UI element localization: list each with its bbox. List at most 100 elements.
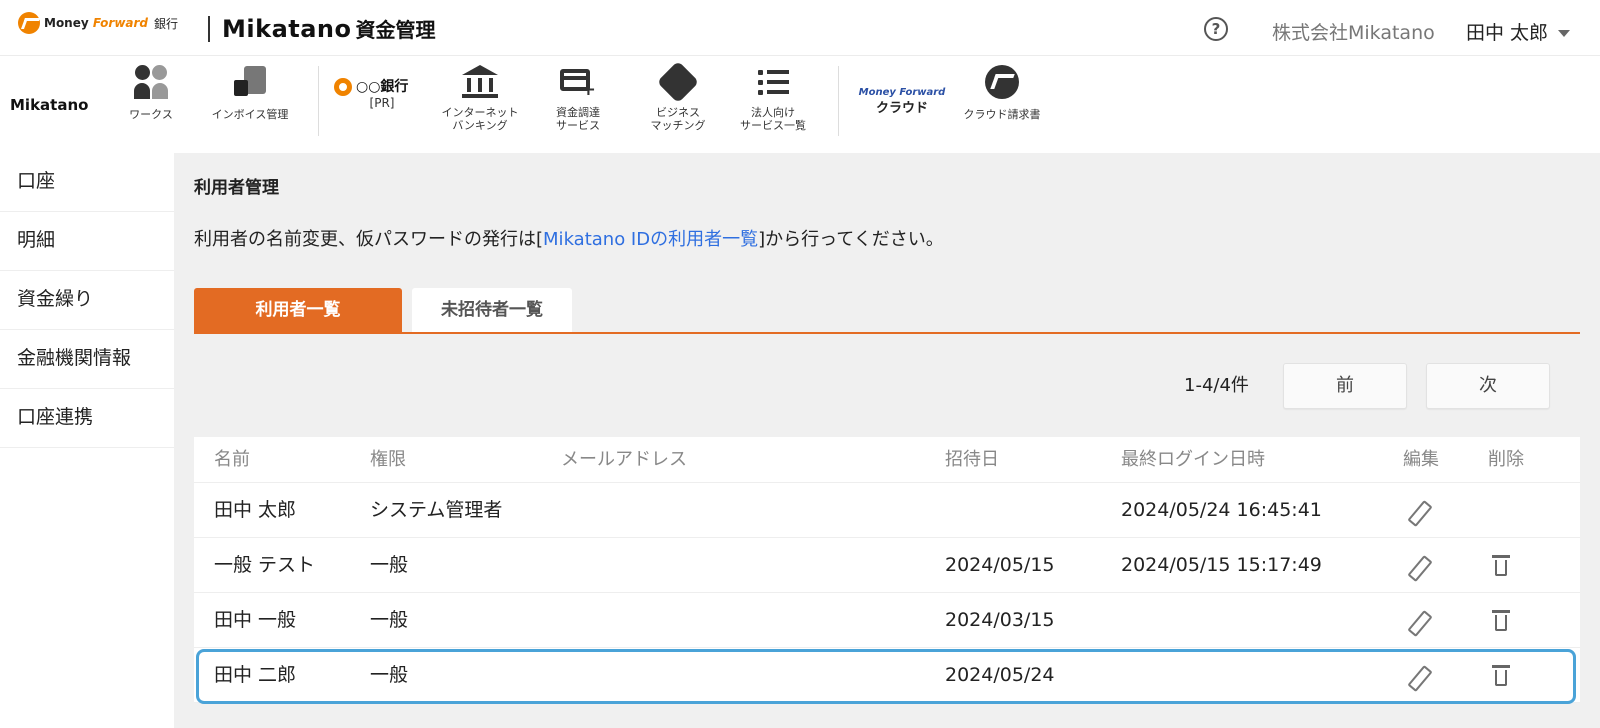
- service-works[interactable]: ワークス: [120, 64, 182, 121]
- tab-bar: 利用者一覧 未招待者一覧: [194, 288, 1580, 334]
- notice-suffix: ]から行ってください。: [758, 229, 944, 250]
- mf-bank-text: 銀行: [154, 16, 179, 31]
- delete-trash-icon[interactable]: [1488, 593, 1514, 648]
- delete-trash-icon[interactable]: [1488, 538, 1514, 593]
- company-name: 株式会社Mikatano: [1272, 22, 1435, 44]
- divider: [318, 66, 319, 136]
- cell-last-login: 2024/05/24 16:45:41: [1121, 499, 1322, 521]
- column-header-edit: 編集: [1403, 449, 1439, 470]
- table-header: 名前 権限 メールアドレス 招待日 最終ログイン日時 編集 削除: [194, 437, 1580, 483]
- service-mf-cloud[interactable]: Money Forward クラウド: [852, 86, 952, 115]
- bank-building-icon: [460, 65, 500, 99]
- chevron-down-icon: [1558, 29, 1571, 37]
- result-count: 1-4/4件: [1184, 375, 1249, 396]
- pr-label: [PR]: [369, 96, 395, 110]
- prev-page-button[interactable]: 前: [1283, 363, 1407, 409]
- mikatano-logo[interactable]: Mikatano: [10, 96, 88, 114]
- cell-name: 一般 テスト: [214, 554, 316, 576]
- moneyforward-mark-icon: [18, 12, 40, 34]
- service-label: 法人向け: [751, 106, 795, 119]
- user-table: 名前 権限 メールアドレス 招待日 最終ログイン日時 編集 削除 田中 太郎 シ…: [194, 437, 1580, 704]
- list-icon: [757, 69, 789, 95]
- table-row: 一般 テスト 一般 2024/05/15 2024/05/15 15:17:49: [194, 538, 1580, 593]
- cell-role: 一般: [370, 554, 409, 576]
- cell-role: 一般: [370, 664, 409, 686]
- sidebar-item-account-link[interactable]: 口座連携: [0, 389, 174, 448]
- sidebar: 口座 明細 資金繰り 金融機関情報 口座連携: [0, 153, 174, 728]
- service-internet-banking[interactable]: インターネット バンキング: [432, 64, 528, 132]
- service-label: インターネット: [441, 106, 519, 119]
- invoice-icon: [232, 66, 268, 98]
- cell-role: 一般: [370, 609, 409, 631]
- handshake-icon: [656, 60, 700, 104]
- column-header-invited: 招待日: [945, 449, 999, 470]
- service-label-line2: サービス: [556, 119, 600, 132]
- service-bank-pr[interactable]: ○○銀行 [PR]: [334, 78, 430, 110]
- sidebar-item-statements[interactable]: 明細: [0, 212, 174, 271]
- cell-name: 田中 太郎: [214, 499, 297, 521]
- table-row-highlighted: 田中 二郎 一般 2024/05/24: [194, 648, 1580, 704]
- app-brand: Mikatano: [222, 15, 352, 43]
- delete-trash-icon[interactable]: [1488, 648, 1514, 703]
- service-funding[interactable]: + 資金調達 サービス: [540, 64, 616, 132]
- edit-pencil-icon[interactable]: [1403, 538, 1429, 593]
- service-label-line2: マッチング: [650, 119, 706, 132]
- app-title[interactable]: Mikatano 資金管理: [222, 14, 436, 43]
- mf-brand-accent-text: Forward: [92, 16, 149, 30]
- service-label: ワークス: [129, 108, 173, 121]
- sidebar-item-cashflow[interactable]: 資金繰り: [0, 271, 174, 330]
- sidebar-item-institutions[interactable]: 金融機関情報: [0, 330, 174, 389]
- bank-ring-icon: [334, 78, 352, 96]
- service-bar: Mikatano ワークス インボイス管理 ○○銀行 [PR] インターネット …: [0, 56, 1600, 153]
- main-content: 利用者管理 利用者の名前変更、仮パスワードの発行は[Mikatano IDの利用…: [174, 153, 1600, 728]
- cell-name: 田中 一般: [214, 609, 297, 631]
- divider: [838, 66, 839, 136]
- service-label: インボイス管理: [211, 108, 289, 121]
- cell-invited: 2024/05/24: [945, 664, 1055, 686]
- column-header-last-login: 最終ログイン日時: [1121, 449, 1265, 470]
- column-header-delete: 削除: [1488, 449, 1524, 470]
- table-row: 田中 一般 一般 2024/03/15: [194, 593, 1580, 648]
- edit-pencil-icon[interactable]: [1403, 483, 1429, 538]
- service-label: ○○銀行: [356, 78, 409, 95]
- edit-pencil-icon[interactable]: [1403, 648, 1429, 703]
- sidebar-item-accounts[interactable]: 口座: [0, 153, 174, 212]
- service-corporate-list[interactable]: 法人向け サービス一覧: [728, 64, 818, 132]
- user-name: 田中 太郎: [1466, 22, 1549, 44]
- service-business-matching[interactable]: ビジネス マッチング: [636, 60, 720, 132]
- cell-invited: 2024/03/15: [945, 609, 1055, 631]
- column-header-name: 名前: [214, 449, 250, 470]
- tab-uninvited-list[interactable]: 未招待者一覧: [412, 288, 572, 332]
- next-page-button[interactable]: 次: [1426, 363, 1550, 409]
- notice-prefix: 利用者の名前変更、仮パスワードの発行は[: [194, 229, 544, 250]
- app-subtitle: 資金管理: [355, 18, 436, 42]
- cell-last-login: 2024/05/15 15:17:49: [1121, 554, 1322, 576]
- cell-role: システム管理者: [370, 499, 503, 521]
- header-divider: [208, 16, 210, 42]
- service-label-line2: バンキング: [452, 119, 508, 132]
- column-header-email: メールアドレス: [561, 449, 687, 470]
- help-icon[interactable]: ?: [1204, 17, 1228, 41]
- service-label: 資金調達: [556, 106, 600, 119]
- service-cloud-invoice[interactable]: クラウド請求書: [952, 64, 1052, 121]
- mf-cloud-logo: Money Forward: [858, 87, 946, 98]
- service-invoice[interactable]: インボイス管理: [200, 64, 300, 121]
- tab-user-list[interactable]: 利用者一覧: [194, 288, 402, 332]
- mikatano-id-user-list-link[interactable]: Mikatano IDの利用者一覧: [543, 229, 758, 250]
- card-plus-icon: +: [560, 67, 596, 99]
- notice-text: 利用者の名前変更、仮パスワードの発行は[Mikatano IDの利用者一覧]から…: [194, 225, 944, 251]
- service-label: クラウド請求書: [963, 108, 1041, 121]
- moneyforward-bank-logo[interactable]: Money Forward 銀行: [18, 12, 178, 34]
- edit-pencil-icon[interactable]: [1403, 593, 1429, 648]
- column-header-role: 権限: [370, 449, 406, 470]
- page-title: 利用者管理: [194, 178, 279, 198]
- cell-invited: 2024/05/15: [945, 554, 1055, 576]
- service-label: クラウド: [875, 101, 928, 116]
- top-header: Money Forward 銀行 Mikatano 資金管理 ? 株式会社Mik…: [0, 0, 1600, 56]
- service-label: ビジネス: [656, 106, 700, 119]
- table-row: 田中 太郎 システム管理者 2024/05/24 16:45:41: [194, 483, 1580, 538]
- service-label-line2: サービス一覧: [740, 119, 806, 132]
- cloud-invoice-icon: [985, 65, 1019, 99]
- works-icon: [132, 65, 170, 99]
- user-menu[interactable]: 田中 太郎: [1466, 18, 1571, 45]
